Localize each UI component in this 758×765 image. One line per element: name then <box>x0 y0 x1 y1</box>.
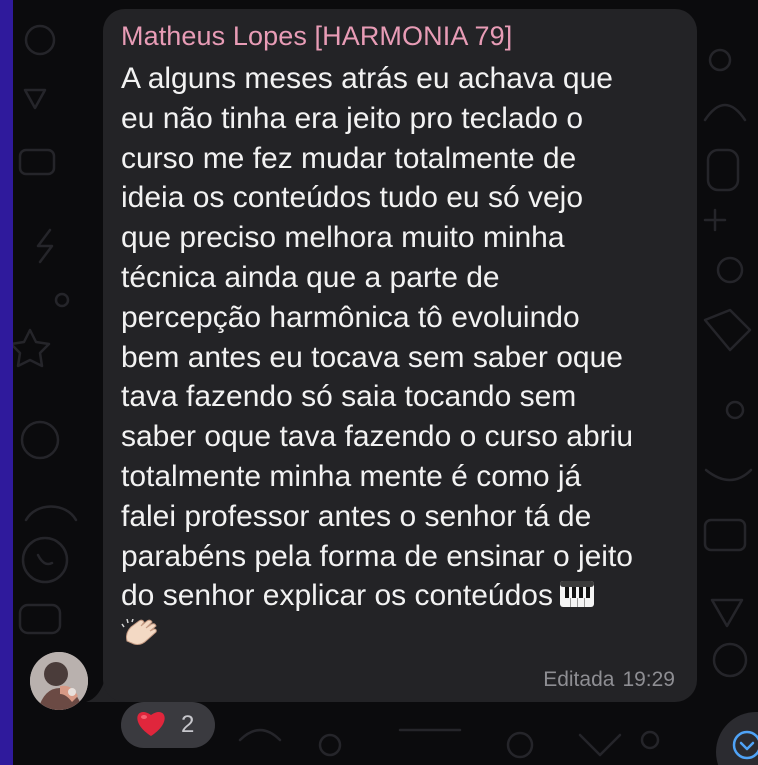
reaction-count: 2 <box>181 711 195 738</box>
red-heart-icon <box>135 709 167 742</box>
message-line: saber oque tava fazendo o curso abriu <box>121 420 634 454</box>
message-line: tava fazendo só saia tocando sem <box>121 380 577 414</box>
message-line: bem antes eu tocava sem saber oque <box>121 340 623 374</box>
chat-screen: Matheus Lopes [HARMONIA 79] A alguns mes… <box>0 0 758 765</box>
message-time: 19:29 <box>622 668 675 691</box>
message-line: do senhor explicar os conteúdos <box>121 579 553 613</box>
window-edge <box>0 0 13 765</box>
chevron-down-icon <box>732 730 758 760</box>
sender-avatar[interactable] <box>30 652 88 710</box>
message-line: parabéns pela forma de ensinar o jeito <box>121 539 633 573</box>
message-line: ideia os conteúdos tudo eu só vejo <box>121 181 583 215</box>
message-text: A alguns meses atrás eu achava que eu nã… <box>121 59 691 664</box>
message-line: totalmente minha mente é como já <box>121 459 582 493</box>
message-line: percepção harmônica tô evoluindo <box>121 300 580 334</box>
clapping-hands-icon <box>121 618 157 664</box>
message-line: eu não tinha era jeito pro teclado o <box>121 101 583 135</box>
message-bubble[interactable]: Matheus Lopes [HARMONIA 79] A alguns mes… <box>103 9 697 702</box>
message-line: falei professor antes o senhor tá de <box>121 499 592 533</box>
message-meta: Editada 19:29 <box>543 668 675 692</box>
sender-name[interactable]: Matheus Lopes [HARMONIA 79] <box>121 21 512 52</box>
message-line: curso me fez mudar totalmente de <box>121 141 577 175</box>
piano-keyboard-icon <box>559 579 595 619</box>
reaction-pill[interactable]: 2 <box>121 702 215 748</box>
edited-label: Editada <box>543 668 615 691</box>
message-line-emoji <box>121 618 691 664</box>
message-line: A alguns meses atrás eu achava que <box>121 62 613 95</box>
message-line: que preciso melhora muito minha <box>121 221 565 255</box>
message-line: técnica ainda que a parte de <box>121 260 500 294</box>
message-line-last: do senhor explicar os conteúdos <box>121 576 691 619</box>
